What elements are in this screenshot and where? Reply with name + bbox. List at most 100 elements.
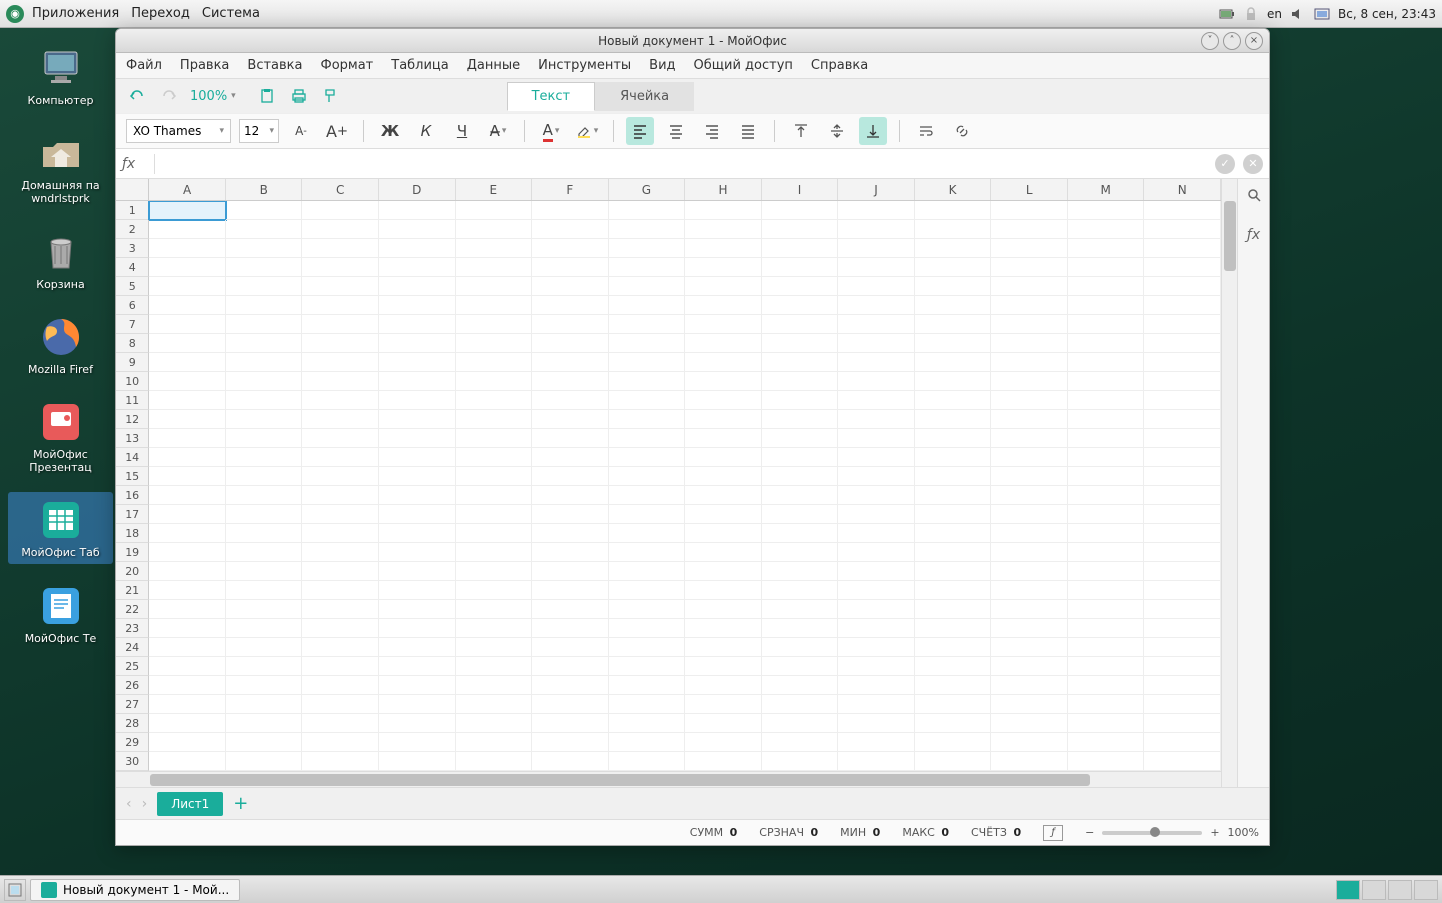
workspace-2[interactable] [1362, 880, 1386, 900]
cell-L18[interactable] [991, 524, 1068, 543]
cell-H4[interactable] [685, 258, 762, 277]
cell-H14[interactable] [685, 448, 762, 467]
cell-I16[interactable] [762, 486, 839, 505]
cell-G4[interactable] [609, 258, 686, 277]
format-painter-button[interactable] [320, 85, 342, 107]
row-header-17[interactable]: 17 [116, 505, 149, 524]
select-all-corner[interactable] [116, 179, 149, 200]
cell-B8[interactable] [226, 334, 303, 353]
lock-icon[interactable] [1243, 6, 1259, 22]
cell-B27[interactable] [226, 695, 303, 714]
cell-G29[interactable] [609, 733, 686, 752]
column-header-D[interactable]: D [379, 179, 456, 200]
clock[interactable]: Вс, 8 сен, 23:43 [1338, 7, 1436, 21]
cell-A3[interactable] [149, 239, 226, 258]
cell-L19[interactable] [991, 543, 1068, 562]
cell-B10[interactable] [226, 372, 303, 391]
valign-top-button[interactable] [787, 117, 815, 145]
window-maximize-button[interactable]: ˄ [1223, 32, 1241, 50]
cell-M28[interactable] [1068, 714, 1145, 733]
cell-D24[interactable] [379, 638, 456, 657]
cell-N27[interactable] [1144, 695, 1221, 714]
zoom-level[interactable]: 100%▾ [190, 89, 236, 104]
cell-B20[interactable] [226, 562, 303, 581]
cell-M8[interactable] [1068, 334, 1145, 353]
cell-J1[interactable] [838, 201, 915, 220]
cell-N9[interactable] [1144, 353, 1221, 372]
cell-F21[interactable] [532, 581, 609, 600]
cell-L25[interactable] [991, 657, 1068, 676]
cell-B9[interactable] [226, 353, 303, 372]
cell-I24[interactable] [762, 638, 839, 657]
cell-L9[interactable] [991, 353, 1068, 372]
cell-N24[interactable] [1144, 638, 1221, 657]
menu-файл[interactable]: Файл [126, 58, 162, 73]
increase-font-button[interactable]: A+ [323, 117, 351, 145]
font-size-select[interactable]: 12▾ [239, 119, 279, 143]
row-header-26[interactable]: 26 [116, 676, 149, 695]
cell-E20[interactable] [456, 562, 533, 581]
cell-L3[interactable] [991, 239, 1068, 258]
cell-N23[interactable] [1144, 619, 1221, 638]
cell-M17[interactable] [1068, 505, 1145, 524]
cell-H26[interactable] [685, 676, 762, 695]
desktop-icon-computer[interactable]: Компьютер [8, 40, 113, 111]
row-header-25[interactable]: 25 [116, 657, 149, 676]
cell-F30[interactable] [532, 752, 609, 771]
cell-L20[interactable] [991, 562, 1068, 581]
paste-button[interactable] [256, 85, 278, 107]
row-header-8[interactable]: 8 [116, 334, 149, 353]
cell-E30[interactable] [456, 752, 533, 771]
cell-J19[interactable] [838, 543, 915, 562]
cell-I19[interactable] [762, 543, 839, 562]
horizontal-scrollbar[interactable] [116, 771, 1221, 787]
cell-H17[interactable] [685, 505, 762, 524]
cell-E28[interactable] [456, 714, 533, 733]
cell-G24[interactable] [609, 638, 686, 657]
formula-cancel-button[interactable]: ✕ [1243, 154, 1263, 174]
row-header-15[interactable]: 15 [116, 467, 149, 486]
cell-E23[interactable] [456, 619, 533, 638]
os-logo-icon[interactable]: ◉ [6, 5, 24, 23]
cell-A12[interactable] [149, 410, 226, 429]
cell-A26[interactable] [149, 676, 226, 695]
cell-D29[interactable] [379, 733, 456, 752]
status-fx-button[interactable]: ƒ [1043, 825, 1063, 841]
cell-L11[interactable] [991, 391, 1068, 410]
network-icon[interactable] [1314, 6, 1330, 22]
cell-N30[interactable] [1144, 752, 1221, 771]
cell-C13[interactable] [302, 429, 379, 448]
cell-J8[interactable] [838, 334, 915, 353]
cell-N16[interactable] [1144, 486, 1221, 505]
cell-K4[interactable] [915, 258, 992, 277]
system-menu-applications[interactable]: Приложения [32, 6, 119, 21]
cell-J25[interactable] [838, 657, 915, 676]
zoom-in-button[interactable]: + [1210, 826, 1219, 839]
font-color-button[interactable]: A [537, 117, 565, 145]
cell-N21[interactable] [1144, 581, 1221, 600]
cell-G28[interactable] [609, 714, 686, 733]
cell-D17[interactable] [379, 505, 456, 524]
valign-bottom-button[interactable] [859, 117, 887, 145]
row-header-4[interactable]: 4 [116, 258, 149, 277]
cell-C29[interactable] [302, 733, 379, 752]
cell-M23[interactable] [1068, 619, 1145, 638]
cell-L10[interactable] [991, 372, 1068, 391]
cell-J14[interactable] [838, 448, 915, 467]
cell-B26[interactable] [226, 676, 303, 695]
cell-D20[interactable] [379, 562, 456, 581]
cell-N29[interactable] [1144, 733, 1221, 752]
cell-K3[interactable] [915, 239, 992, 258]
row-header-2[interactable]: 2 [116, 220, 149, 239]
cell-F6[interactable] [532, 296, 609, 315]
cell-K26[interactable] [915, 676, 992, 695]
redo-button[interactable] [158, 85, 180, 107]
cell-F2[interactable] [532, 220, 609, 239]
cell-C6[interactable] [302, 296, 379, 315]
cell-K27[interactable] [915, 695, 992, 714]
cell-B17[interactable] [226, 505, 303, 524]
cell-G26[interactable] [609, 676, 686, 695]
cell-B14[interactable] [226, 448, 303, 467]
row-header-12[interactable]: 12 [116, 410, 149, 429]
cell-G10[interactable] [609, 372, 686, 391]
